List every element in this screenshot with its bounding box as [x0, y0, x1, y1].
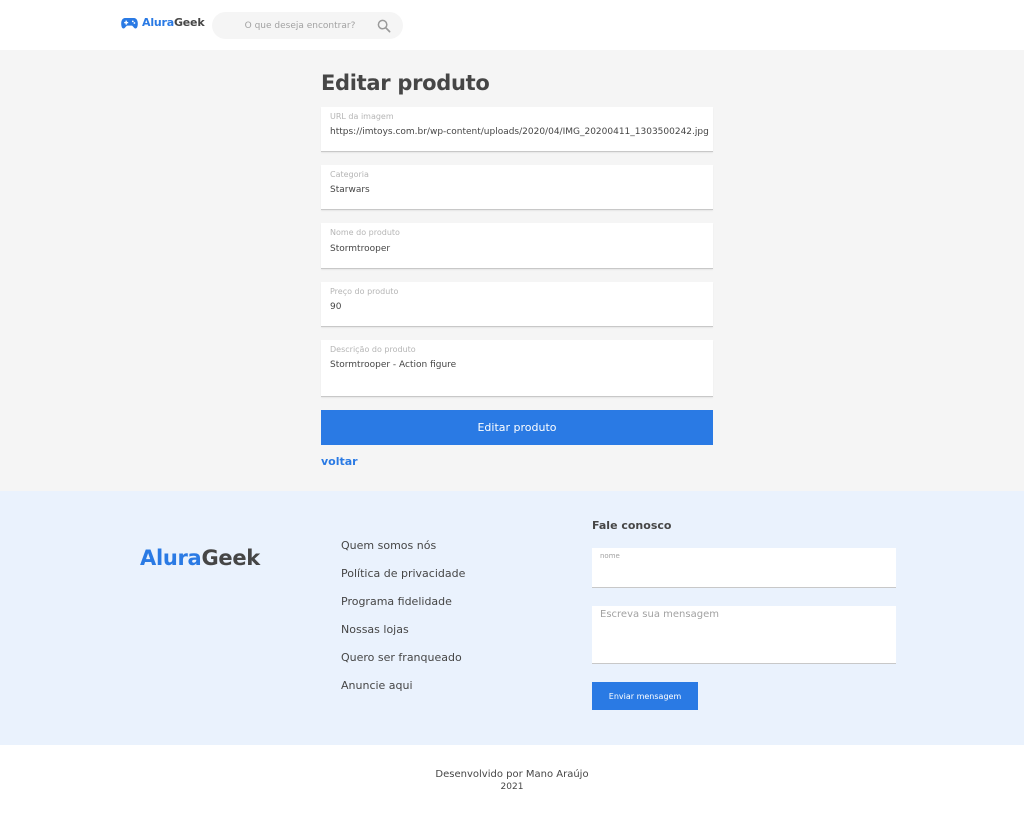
image-url-value[interactable]: https://imtoys.com.br/wp-content/uploads…: [330, 127, 709, 137]
product-description-field[interactable]: Descrição do produto Stormtrooper - Acti…: [321, 340, 713, 397]
send-message-button[interactable]: Enviar mensagem: [592, 682, 698, 710]
category-label: Categoria: [330, 170, 369, 179]
category-value[interactable]: Starwars: [330, 185, 370, 195]
site-header: AluraGeek: [0, 0, 1024, 50]
search-input[interactable]: [226, 12, 374, 39]
contact-title: Fale conosco: [592, 519, 672, 532]
site-logo[interactable]: AluraGeek: [121, 16, 205, 29]
contact-name-label: nome: [600, 552, 620, 560]
back-link[interactable]: voltar: [321, 455, 358, 468]
footer-links: Quem somos nós Política de privacidade P…: [341, 539, 465, 707]
contact-message-field[interactable]: Escreva sua mensagem: [592, 606, 896, 664]
logo-text-alura: Alura: [142, 16, 174, 29]
product-name-label: Nome do produto: [330, 228, 400, 237]
footer-link-privacy[interactable]: Política de privacidade: [341, 567, 465, 595]
logo-text-geek: Geek: [173, 16, 205, 29]
product-name-value[interactable]: Stormtrooper: [330, 244, 390, 254]
product-price-label: Preço do produto: [330, 287, 399, 296]
credits-bar: Desenvolvido por Mano Araújo 2021: [0, 745, 1024, 817]
footer-link-about[interactable]: Quem somos nós: [341, 539, 465, 567]
image-url-field[interactable]: URL da imagem https://imtoys.com.br/wp-c…: [321, 107, 713, 152]
credits-year: 2021: [500, 782, 524, 792]
footer-logo-alura: Alura: [140, 546, 202, 570]
contact-name-field[interactable]: nome: [592, 548, 896, 588]
site-footer: AluraGeek Quem somos nós Política de pri…: [0, 491, 1024, 745]
search-icon[interactable]: [377, 18, 391, 37]
credits-text: Desenvolvido por Mano Araújo: [435, 769, 589, 780]
contact-message-placeholder: Escreva sua mensagem: [600, 609, 719, 620]
footer-link-loyalty[interactable]: Programa fidelidade: [341, 595, 465, 623]
logo-text: AluraGeek: [142, 16, 205, 29]
footer-logo-geek: Geek: [201, 546, 260, 570]
category-field[interactable]: Categoria Starwars: [321, 165, 713, 210]
product-price-value[interactable]: 90: [330, 302, 341, 312]
footer-logo[interactable]: AluraGeek: [140, 546, 260, 570]
edit-product-button[interactable]: Editar produto: [321, 410, 713, 445]
gamepad-icon: [121, 17, 138, 29]
search-bar: [212, 12, 403, 39]
product-description-label: Descrição do produto: [330, 345, 416, 354]
footer-link-franchise[interactable]: Quero ser franqueado: [341, 651, 465, 679]
product-description-value[interactable]: Stormtrooper - Action figure: [330, 360, 456, 370]
footer-link-stores[interactable]: Nossas lojas: [341, 623, 465, 651]
edit-product-section: Editar produto URL da imagem https://imt…: [0, 50, 1024, 491]
product-name-field[interactable]: Nome do produto Stormtrooper: [321, 223, 713, 269]
page-title: Editar produto: [321, 71, 490, 95]
image-url-label: URL da imagem: [330, 112, 394, 121]
footer-link-advertise[interactable]: Anuncie aqui: [341, 679, 465, 707]
product-price-field[interactable]: Preço do produto 90: [321, 282, 713, 327]
